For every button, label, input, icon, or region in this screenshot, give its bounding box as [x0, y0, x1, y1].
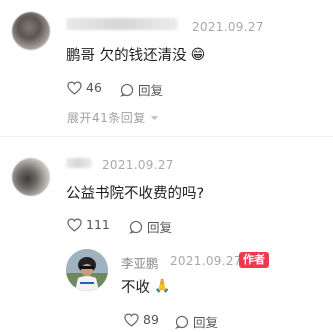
praying-hands-emoji-icon: 🙏 [154, 279, 171, 294]
like-button[interactable]: 46 [67, 80, 102, 95]
username-blurred[interactable] [66, 18, 178, 30]
comment-icon [120, 83, 134, 97]
reply-label: 回复 [138, 83, 164, 98]
comment-icon [129, 220, 143, 234]
comment-text-body: 鹏哥 欠的钱还清没 [66, 48, 187, 64]
comment-text: 公益书院不收费的吗? [66, 186, 205, 202]
author-name[interactable]: 李亚鹏 [121, 253, 159, 272]
like-count: 111 [86, 217, 110, 232]
expand-replies-label: 展开41条回复 [67, 111, 146, 125]
author-avatar[interactable] [66, 249, 108, 291]
heart-icon [124, 312, 139, 327]
comment-text: 鹏哥 欠的钱还清没 😁 [66, 44, 205, 65]
chevron-down-icon [150, 115, 158, 120]
cyclist-avatar-image [66, 249, 108, 291]
avatar[interactable] [12, 12, 50, 50]
reply-button[interactable]: 回复 [120, 80, 163, 99]
divider [0, 136, 333, 137]
reply-text-body: 不收 [121, 280, 150, 296]
comment-date: 2021.09.27 [102, 158, 174, 172]
expand-replies-link[interactable]: 展开41条回复 [67, 109, 159, 126]
reply-button[interactable]: 回复 [175, 312, 218, 331]
heart-icon [67, 80, 82, 95]
like-button[interactable]: 111 [67, 217, 110, 232]
comment-icon [175, 315, 189, 329]
like-button[interactable]: 89 [124, 312, 159, 327]
username-blurred[interactable] [66, 158, 92, 168]
reply-label: 回复 [193, 315, 219, 330]
reply-label: 回复 [147, 220, 173, 235]
reply-text: 不收 🙏 [121, 276, 170, 297]
like-count: 89 [143, 312, 159, 327]
like-count: 46 [86, 80, 102, 95]
comment-date: 2021.09.27 [192, 20, 264, 34]
grin-emoji-icon: 😁 [190, 46, 206, 63]
author-badge: 作者 [239, 252, 269, 268]
reply-button[interactable]: 回复 [129, 217, 172, 236]
avatar[interactable] [12, 158, 50, 196]
reply-date: 2021.09.27 [170, 254, 242, 268]
heart-icon [67, 217, 82, 232]
